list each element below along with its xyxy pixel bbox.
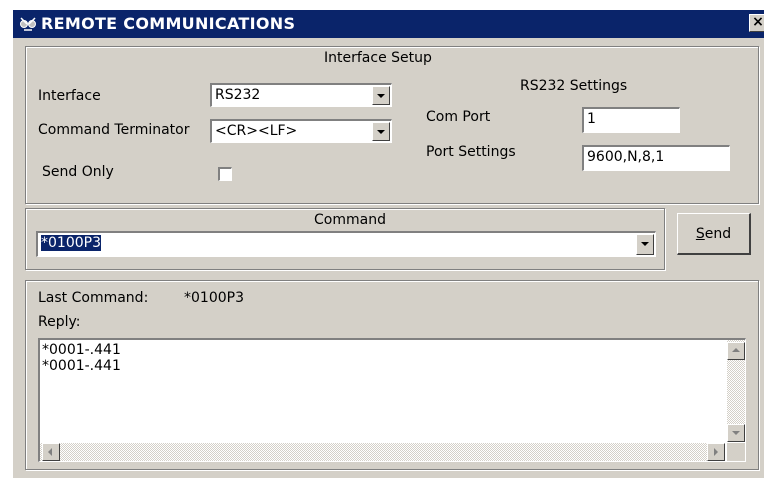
send-button-mnemonic: S <box>695 226 705 242</box>
command-terminator-label: Command Terminator <box>38 122 190 138</box>
scroll-up-arrow-icon[interactable] <box>727 342 745 360</box>
send-only-checkbox[interactable] <box>218 167 232 181</box>
scroll-right-arrow-icon[interactable] <box>707 443 725 461</box>
terminator-dropdown-arrow-icon[interactable] <box>372 122 390 141</box>
scrollbar-corner <box>727 443 745 461</box>
last-command-label: Last Command: <box>38 290 149 306</box>
scroll-left-arrow-icon[interactable] <box>42 443 60 461</box>
close-icon: × <box>752 14 764 30</box>
reply-group: Last Command: *0100P3 Reply: *0001-.441 … <box>25 280 759 470</box>
send-button-label: end <box>704 226 732 242</box>
reply-line: *0001-.441 <box>42 358 121 374</box>
title-bar[interactable]: REMOTE COMMUNICATIONS × <box>13 10 764 38</box>
scroll-down-arrow-icon[interactable] <box>727 424 745 442</box>
port-settings-label: Port Settings <box>426 144 516 160</box>
interface-dropdown-arrow-icon[interactable] <box>372 86 390 105</box>
port-settings-input[interactable]: 9600,N,8,1 <box>582 145 730 171</box>
interface-setup-title: Interface Setup <box>324 50 432 66</box>
interface-label: Interface <box>38 88 101 104</box>
interface-setup-group: Interface Setup Interface RS232 Command … <box>25 46 759 204</box>
vertical-scrollbar[interactable] <box>727 340 745 442</box>
send-button[interactable]: Send <box>677 213 751 255</box>
com-port-input[interactable]: 1 <box>582 107 680 133</box>
interface-select-value: RS232 <box>215 87 261 103</box>
reply-line: *0001-.441 <box>42 342 121 358</box>
com-port-label: Com Port <box>426 109 491 125</box>
close-button[interactable]: × <box>749 14 764 32</box>
horizontal-scrollbar[interactable] <box>40 443 725 461</box>
reply-label: Reply: <box>38 314 81 330</box>
command-terminator-select[interactable]: <CR><LF> <box>210 119 392 143</box>
last-command-value: *0100P3 <box>184 290 244 306</box>
send-only-label: Send Only <box>42 164 114 180</box>
com-port-value: 1 <box>587 111 596 127</box>
remote-communications-window: REMOTE COMMUNICATIONS × Interface Setup … <box>12 10 764 478</box>
window-title: REMOTE COMMUNICATIONS <box>41 14 296 33</box>
reply-lines: *0001-.441 *0001-.441 <box>42 342 121 374</box>
rs232-settings-title: RS232 Settings <box>520 78 628 94</box>
command-input[interactable]: *0100P3 <box>36 231 656 257</box>
reply-textarea[interactable]: *0001-.441 *0001-.441 <box>38 338 746 462</box>
interface-select[interactable]: RS232 <box>210 83 392 107</box>
app-icon <box>20 17 36 31</box>
command-group-title: Command <box>314 212 386 228</box>
command-input-value: *0100P3 <box>41 235 101 251</box>
command-group: Command *0100P3 <box>25 208 665 270</box>
command-terminator-value: <CR><LF> <box>215 123 298 139</box>
port-settings-value: 9600,N,8,1 <box>587 149 665 165</box>
command-dropdown-arrow-icon[interactable] <box>636 234 654 255</box>
